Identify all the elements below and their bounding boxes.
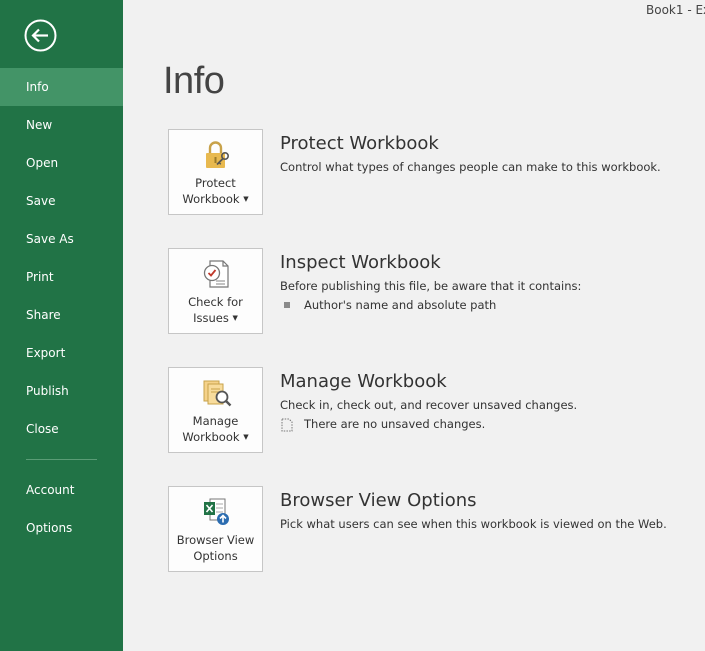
protect-workbook-heading: Protect Workbook <box>280 133 439 154</box>
nav-close[interactable]: Close <box>0 410 123 448</box>
browser-view-options-label: Browser View Options <box>176 533 255 563</box>
backstage-nav: Info New Open Save Save As Print Share E… <box>0 68 123 547</box>
nav-share[interactable]: Share <box>0 296 123 334</box>
nav-save[interactable]: Save <box>0 182 123 220</box>
manage-workbook-section: Manage Workbook ▼ Manage Workbook Check … <box>168 367 698 453</box>
excel-web-icon <box>204 498 229 525</box>
document-dotted-icon <box>281 418 293 431</box>
nav-divider <box>26 459 97 460</box>
nav-new[interactable]: New <box>0 106 123 144</box>
backstage-sidebar: Info New Open Save Save As Print Share E… <box>0 0 123 651</box>
nav-options[interactable]: Options <box>0 509 123 547</box>
nav-export[interactable]: Export <box>0 334 123 372</box>
manage-workbook-button[interactable]: Manage Workbook ▼ <box>168 367 263 453</box>
browser-view-options-description: Pick what users can see when this workbo… <box>280 517 667 531</box>
check-for-issues-label: Check for Issues ▼ <box>188 295 243 325</box>
protect-workbook-label: Protect Workbook ▼ <box>182 176 249 206</box>
window-title: Book1 - Exc <box>646 3 705 17</box>
caret-down-icon: ▼ <box>232 314 238 322</box>
bullet-square-icon <box>284 302 290 308</box>
browser-view-options-button[interactable]: Browser View Options <box>168 486 263 572</box>
back-arrow-icon <box>24 19 57 52</box>
browser-view-options-section: Browser View Options Browser View Option… <box>168 486 698 572</box>
caret-down-icon: ▼ <box>243 433 249 441</box>
inspect-workbook-section: Check for Issues ▼ Inspect Workbook Befo… <box>168 248 698 334</box>
inspect-workbook-description: Before publishing this file, be aware th… <box>280 279 582 293</box>
inspect-workbook-item: Author's name and absolute path <box>280 298 496 312</box>
back-button[interactable] <box>24 19 57 52</box>
nav-open[interactable]: Open <box>0 144 123 182</box>
padlock-key-icon <box>206 141 229 168</box>
browser-view-options-heading: Browser View Options <box>280 490 477 511</box>
page-title: Info <box>163 60 225 102</box>
documents-magnifier-icon <box>203 380 232 407</box>
protect-workbook-section: Protect Workbook ▼ Protect Workbook Cont… <box>168 129 698 215</box>
document-checklist-icon <box>203 260 229 288</box>
check-for-issues-button[interactable]: Check for Issues ▼ <box>168 248 263 334</box>
manage-workbook-item: There are no unsaved changes. <box>280 417 485 432</box>
nav-publish[interactable]: Publish <box>0 372 123 410</box>
nav-info[interactable]: Info <box>0 68 123 106</box>
caret-down-icon: ▼ <box>243 195 249 203</box>
inspect-workbook-heading: Inspect Workbook <box>280 252 441 273</box>
manage-workbook-description: Check in, check out, and recover unsaved… <box>280 398 578 412</box>
nav-print[interactable]: Print <box>0 258 123 296</box>
protect-workbook-description: Control what types of changes people can… <box>280 160 661 174</box>
manage-workbook-heading: Manage Workbook <box>280 371 447 392</box>
protect-workbook-button[interactable]: Protect Workbook ▼ <box>168 129 263 215</box>
manage-workbook-label: Manage Workbook ▼ <box>182 414 249 444</box>
nav-save-as[interactable]: Save As <box>0 220 123 258</box>
nav-account[interactable]: Account <box>0 471 123 509</box>
